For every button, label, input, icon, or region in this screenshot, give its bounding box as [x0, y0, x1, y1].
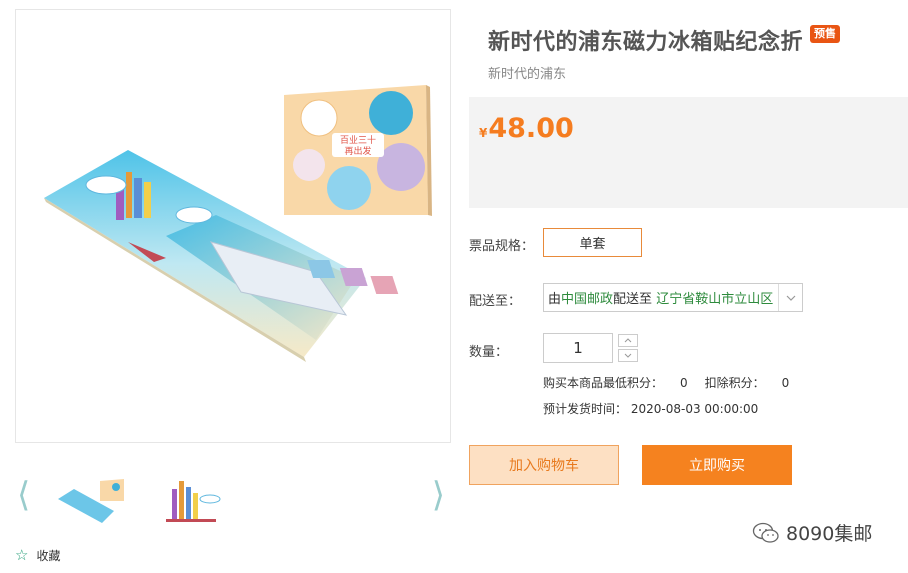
favorite-button[interactable]: ☆ 收藏 — [15, 545, 60, 565]
currency-symbol: ¥ — [479, 126, 488, 140]
favorite-label: 收藏 — [36, 548, 61, 563]
card-text-line1: 百业三十 — [340, 134, 376, 145]
min-points-value: 0 — [680, 376, 688, 390]
quantity-input[interactable]: 1 — [543, 333, 613, 363]
thumbnail-1[interactable] — [55, 468, 129, 526]
deduct-points-value: 0 — [781, 376, 790, 390]
add-to-cart-button[interactable]: 加入购物车 — [469, 445, 619, 485]
title-row: 新时代的浦东磁力冰箱贴纪念折 预售 — [488, 24, 841, 56]
product-main-image: 百业三十 再出发 — [15, 9, 451, 443]
thumbnail-strip: ⟨ ⟩ — [15, 466, 451, 528]
deduct-points: 扣除积分： 0 — [705, 376, 790, 390]
chevron-down-icon — [624, 353, 632, 358]
quantity-decrease-button[interactable] — [618, 349, 638, 362]
shipping-select[interactable]: 由中国邮政配送至 辽宁省鞍山市立山区 — [543, 283, 803, 312]
watermark: 8090集邮 — [752, 519, 872, 546]
shipping-text: 由中国邮政配送至 辽宁省鞍山市立山区 — [544, 288, 778, 307]
product-title: 新时代的浦东磁力冰箱贴纪念折 — [488, 30, 804, 55]
min-points: 购买本商品最低积分： 0 — [543, 376, 688, 390]
quantity-increase-button[interactable] — [618, 334, 638, 347]
star-icon: ☆ — [15, 545, 29, 564]
prev-arrow-icon[interactable]: ⟨ — [17, 478, 30, 512]
deduct-points-label: 扣除积分： — [704, 376, 765, 390]
shipping-label: 配送至： — [469, 294, 522, 309]
folder-illustration: 百业三十 再出发 — [44, 85, 432, 362]
shipping-prefix: 由 — [548, 292, 562, 307]
ship-time-value: 2020-08-03 00:00:00 — [630, 402, 759, 416]
product-subtitle: 新时代的浦东 — [488, 67, 567, 82]
thumbnail-2[interactable] — [155, 468, 229, 526]
spec-option-button[interactable]: 单套 — [543, 228, 642, 257]
min-points-label: 购买本商品最低积分： — [543, 376, 664, 390]
ship-time-label: 预计发货时间： — [543, 402, 628, 416]
shipping-destination: 辽宁省鞍山市立山区 — [656, 292, 774, 307]
presale-badge: 预售 — [810, 25, 841, 43]
chevron-up-icon — [624, 338, 632, 343]
shipping-middle: 配送至 — [613, 292, 653, 307]
wechat-icon — [752, 522, 779, 543]
watermark-text: 8090集邮 — [786, 523, 873, 545]
price-box: ¥ 48.00 — [469, 97, 908, 208]
buy-now-button[interactable]: 立即购买 — [642, 445, 792, 485]
spec-label: 票品规格： — [469, 239, 535, 254]
card-text-line2: 再出发 — [344, 145, 371, 156]
points-info: 购买本商品最低积分： 0 扣除积分： 0 — [543, 374, 789, 391]
next-arrow-icon[interactable]: ⟩ — [432, 478, 445, 512]
quantity-label: 数量： — [469, 345, 509, 360]
chevron-down-icon[interactable] — [778, 284, 802, 311]
shipping-carrier: 中国邮政 — [561, 292, 614, 307]
price: ¥ 48.00 — [479, 113, 574, 144]
ship-time: 预计发货时间： 2020-08-03 00:00:00 — [543, 400, 758, 417]
price-value: 48.00 — [488, 113, 574, 144]
